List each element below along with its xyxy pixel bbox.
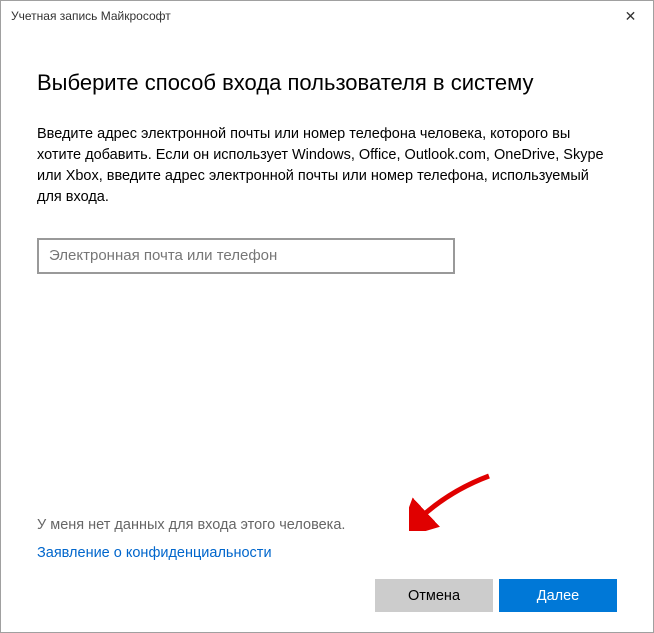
next-button[interactable]: Далее [499,579,617,612]
bottom-links: У меня нет данных для входа этого челове… [37,517,617,561]
cancel-button[interactable]: Отмена [375,579,493,612]
spacer [37,274,617,517]
privacy-statement-link[interactable]: Заявление о конфиденциальности [37,545,617,561]
no-signin-info-link[interactable]: У меня нет данных для входа этого челове… [37,517,617,533]
dialog-window: Учетная запись Майкрософт ✕ Выберите спо… [0,0,654,633]
description-text: Введите адрес электронной почты или номе… [37,124,617,208]
window-title: Учетная запись Майкрософт [11,9,608,23]
button-row: Отмена Далее [37,579,617,612]
close-icon: ✕ [625,8,637,25]
page-heading: Выберите способ входа пользователя в сис… [37,69,617,98]
close-button[interactable]: ✕ [608,1,653,31]
email-or-phone-input[interactable] [37,238,455,274]
dialog-content: Выберите способ входа пользователя в сис… [1,31,653,632]
titlebar: Учетная запись Майкрософт ✕ [1,1,653,31]
